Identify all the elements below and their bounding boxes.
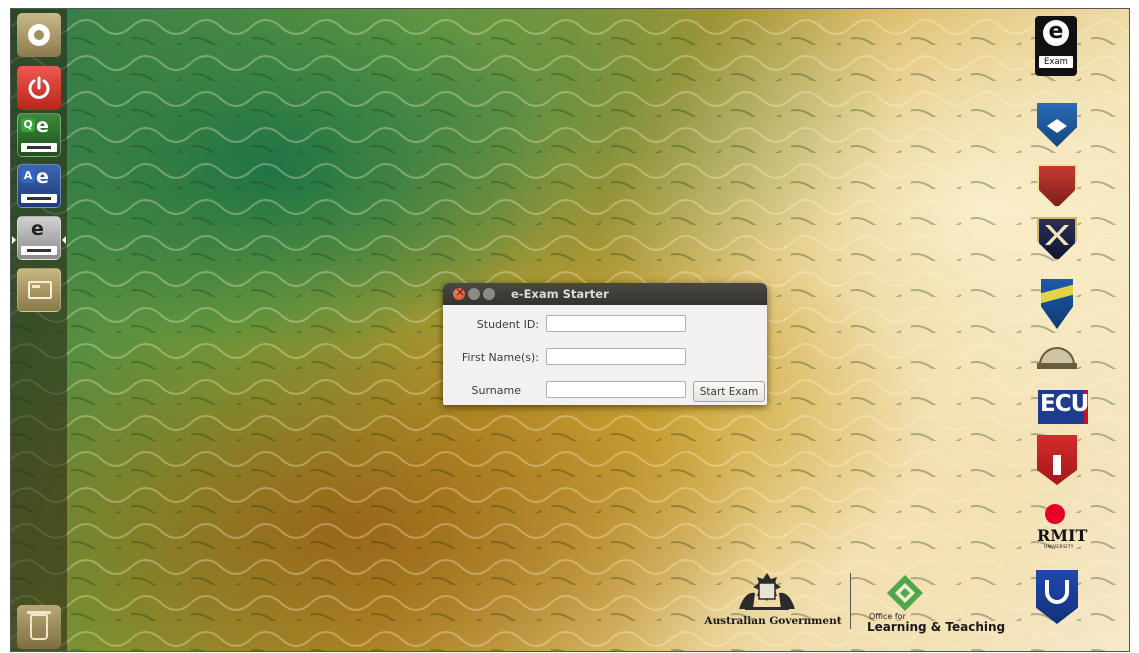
u-letter-icon (1045, 580, 1069, 604)
maximize-window-button[interactable] (483, 288, 495, 300)
university-dome-logo (1035, 339, 1079, 373)
e-exam-app-button[interactable]: e (12, 216, 66, 260)
close-window-button[interactable] (453, 285, 465, 300)
exam-label-strip (21, 194, 57, 203)
window-icon (28, 281, 52, 299)
surname-field[interactable] (546, 381, 686, 398)
olt-line-2: Learning & Teaching (867, 620, 1006, 634)
trash-icon (27, 611, 51, 640)
e-exam-icon: e (31, 218, 44, 240)
a-badge: A (21, 169, 35, 183)
start-exam-button[interactable]: Start Exam (693, 381, 765, 402)
ecu-text: ECU (1040, 391, 1089, 417)
saltire-icon (1045, 225, 1069, 245)
question-exam-app-button[interactable]: Q e (17, 113, 61, 157)
exam-label-strip (21, 143, 57, 152)
desktop: Q e A e e e-Exam Starter Studen (10, 8, 1130, 652)
student-id-field[interactable] (546, 315, 686, 332)
tower-icon (1053, 455, 1061, 475)
launcher-sidebar: Q e A e e (11, 9, 67, 651)
dome-base (1037, 363, 1077, 369)
focused-indicator-icon (62, 236, 66, 244)
surname-label: Surname (471, 384, 521, 397)
rmit-logo-text: RMIT (1037, 526, 1088, 545)
e-exam-icon: e (36, 115, 49, 137)
dash-home-button[interactable] (17, 13, 61, 57)
running-indicator-icon (12, 236, 16, 244)
australian-coat-of-arms-icon (739, 573, 795, 610)
rmit-logo-subtext: UNIVERSITY (1044, 545, 1074, 550)
rmit-dot-icon (1045, 504, 1065, 524)
exam-label-strip (21, 246, 57, 255)
australian-government-label: Australian Government (704, 615, 842, 627)
e-exam-icon: e (36, 166, 49, 188)
first-names-field[interactable] (546, 348, 686, 365)
dialog-title: e-Exam Starter (511, 287, 609, 301)
exam-word: Exam (1039, 56, 1073, 68)
ubuntu-dash-icon (28, 24, 50, 46)
trash-button[interactable] (17, 605, 61, 649)
shutdown-button[interactable] (17, 66, 61, 110)
ecu-logo: ECU (1038, 390, 1089, 424)
southern-cross-icon (1047, 119, 1067, 133)
window-app-button[interactable] (17, 268, 61, 312)
e-exam-logo: e Exam (1035, 16, 1077, 76)
power-icon (28, 76, 50, 99)
dialog-titlebar[interactable]: e-Exam Starter (443, 283, 767, 305)
student-id-label: Student ID: (476, 318, 539, 331)
shield-band (1041, 284, 1073, 304)
q-badge: Q (21, 118, 35, 132)
answer-exam-app-button[interactable]: A e (17, 164, 61, 208)
footer-divider (850, 573, 851, 629)
e-exam-starter-dialog: e-Exam Starter Student ID: First Name(s)… (443, 283, 767, 405)
olt-diamond-icon (887, 575, 923, 611)
e-letter: e (1048, 19, 1064, 44)
minimize-window-button[interactable] (468, 288, 480, 300)
first-names-label: First Name(s): (461, 351, 539, 364)
